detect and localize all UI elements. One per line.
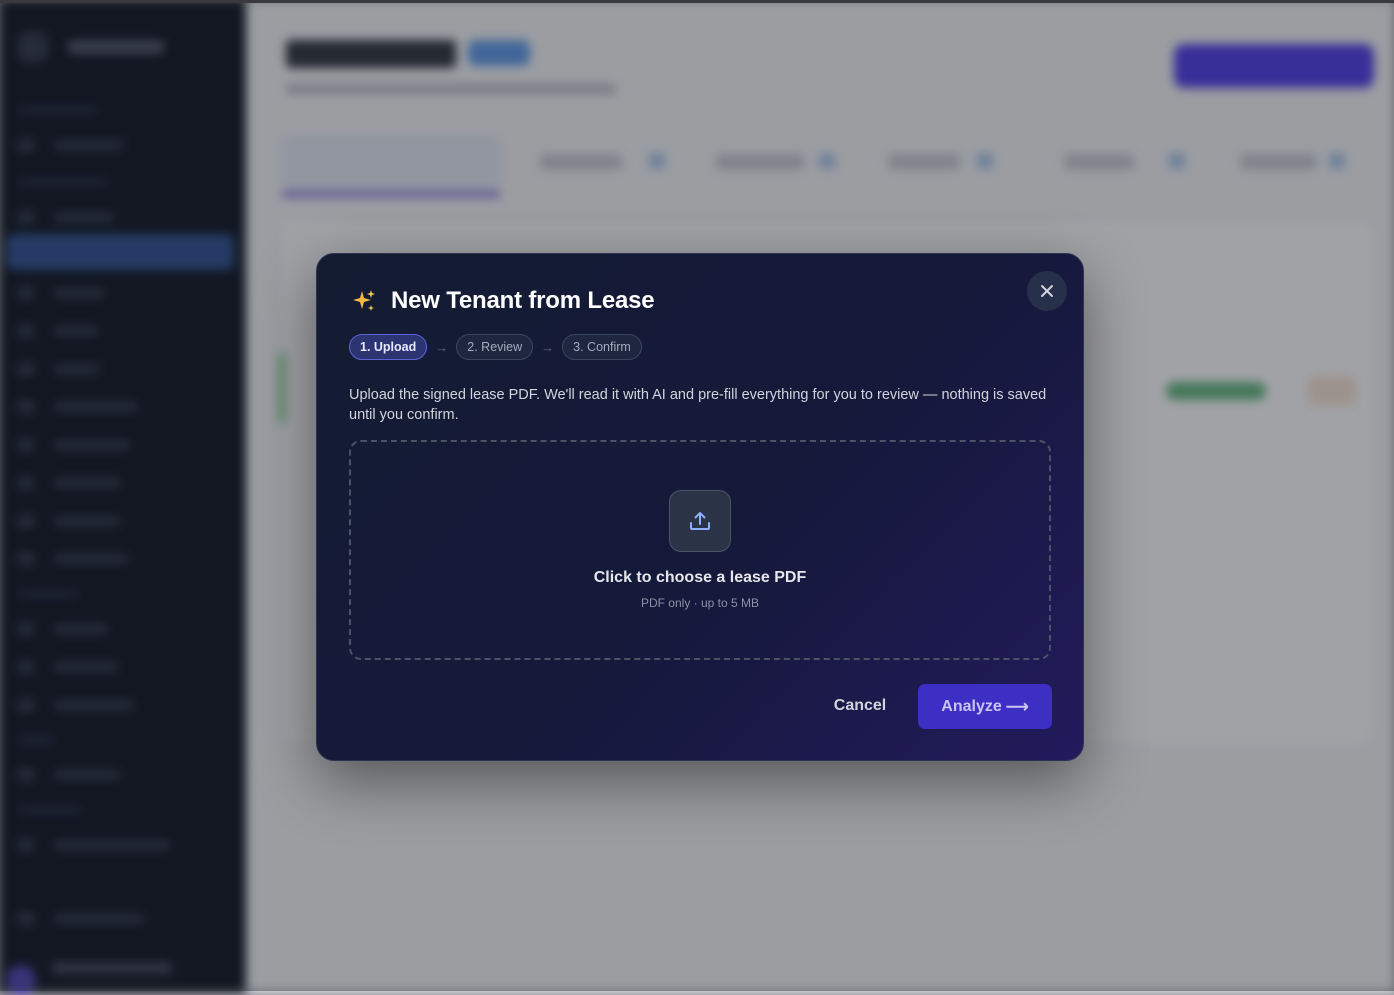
step-confirm: 3. Confirm [562, 334, 642, 360]
step-upload: 1. Upload [349, 334, 428, 360]
upload-icon [690, 512, 710, 530]
dropzone-subtitle: PDF only · up to 5 MB [640, 596, 760, 610]
upload-tile [669, 490, 731, 552]
pdf-dropzone[interactable]: Click to choose a lease PDF PDF only · u… [349, 440, 1051, 660]
stepper: 1. Upload → 2. Review → 3. Confirm [349, 334, 642, 360]
step-review: 2. Review [456, 334, 534, 360]
modal-header: New Tenant from Lease [351, 287, 655, 315]
new-tenant-modal: New Tenant from Lease 1. Upload → 2. Rev… [316, 253, 1084, 761]
step-arrow: → [541, 339, 555, 355]
analyze-button[interactable]: Analyze ⟶ [918, 684, 1052, 729]
analyze-label: Analyze [941, 697, 1002, 715]
step-arrow: → [435, 339, 449, 355]
modal-title: New Tenant from Lease [391, 287, 655, 314]
close-button[interactable] [1027, 271, 1067, 311]
cancel-button[interactable]: Cancel [815, 684, 905, 728]
dropzone-title: Click to choose a lease PDF [593, 569, 807, 586]
close-icon [1041, 285, 1053, 297]
modal-description: Upload the signed lease PDF. We'll read … [349, 387, 1047, 423]
arrow-right-icon: ⟶ [1005, 698, 1029, 716]
window-top-edge [0, 0, 1394, 3]
sparkles-icon [353, 290, 375, 311]
